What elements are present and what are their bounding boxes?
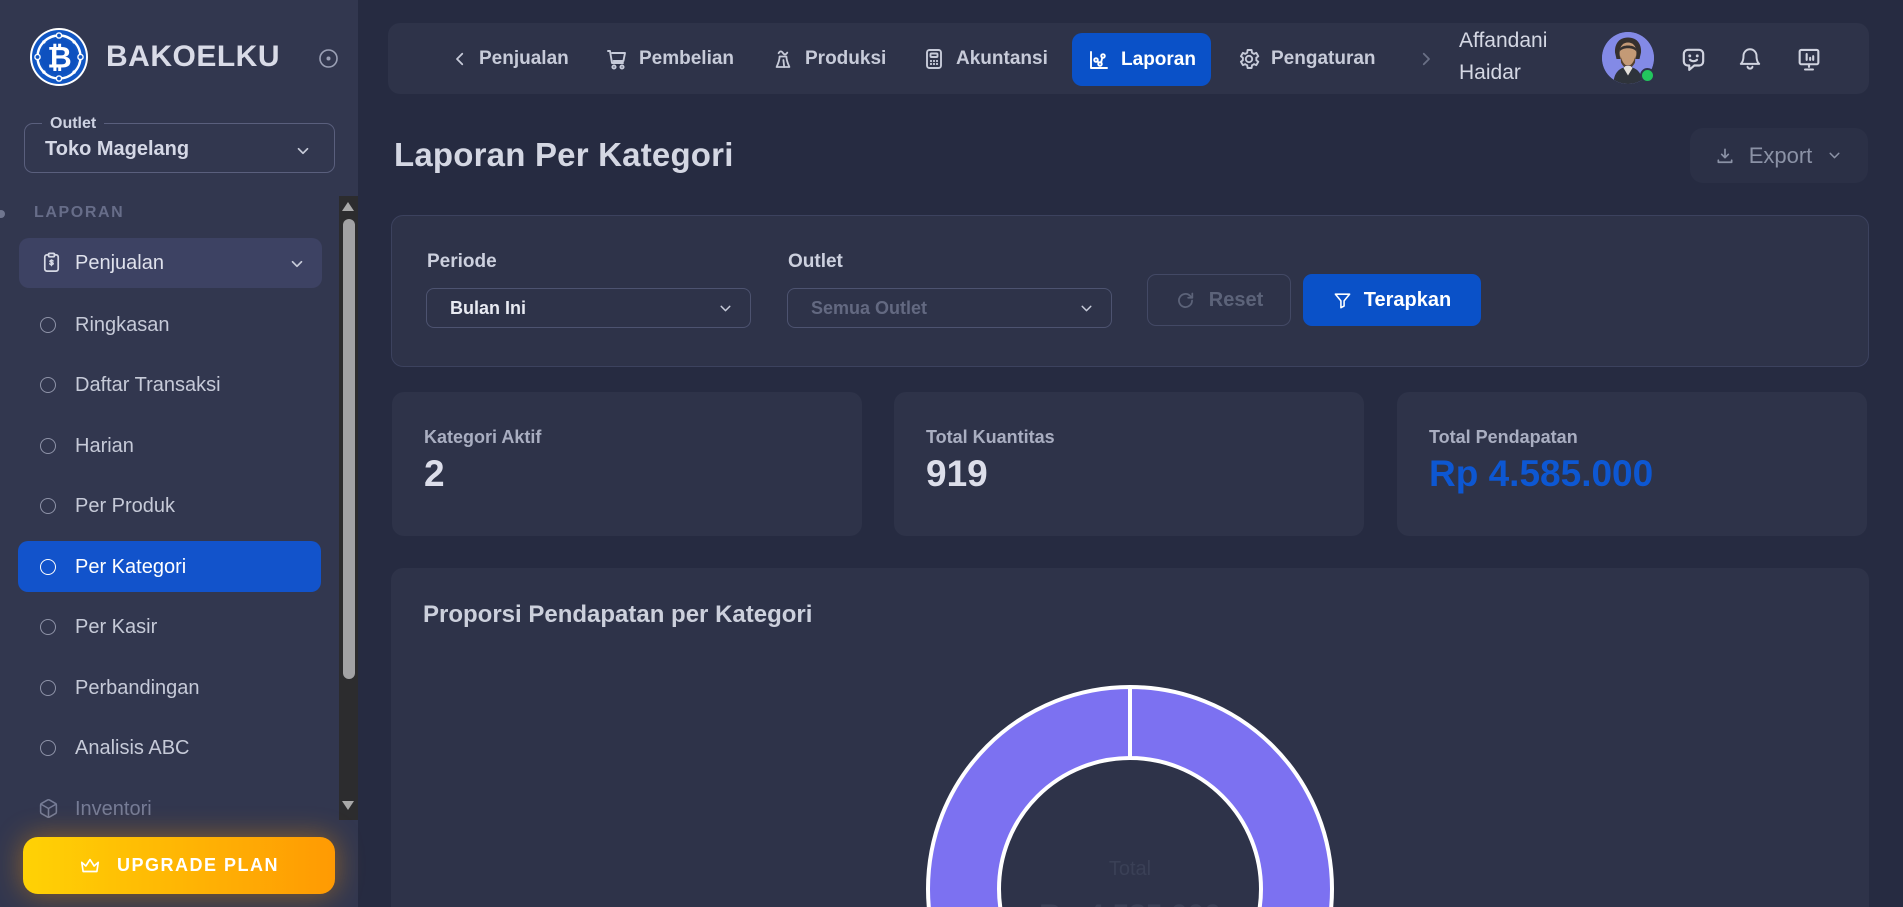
svg-text:₿: ₿ — [47, 42, 71, 75]
svg-text:Rp 4.585.000: Rp 4.585.000 — [1039, 899, 1221, 907]
svg-text:Total: Total — [1109, 858, 1151, 880]
